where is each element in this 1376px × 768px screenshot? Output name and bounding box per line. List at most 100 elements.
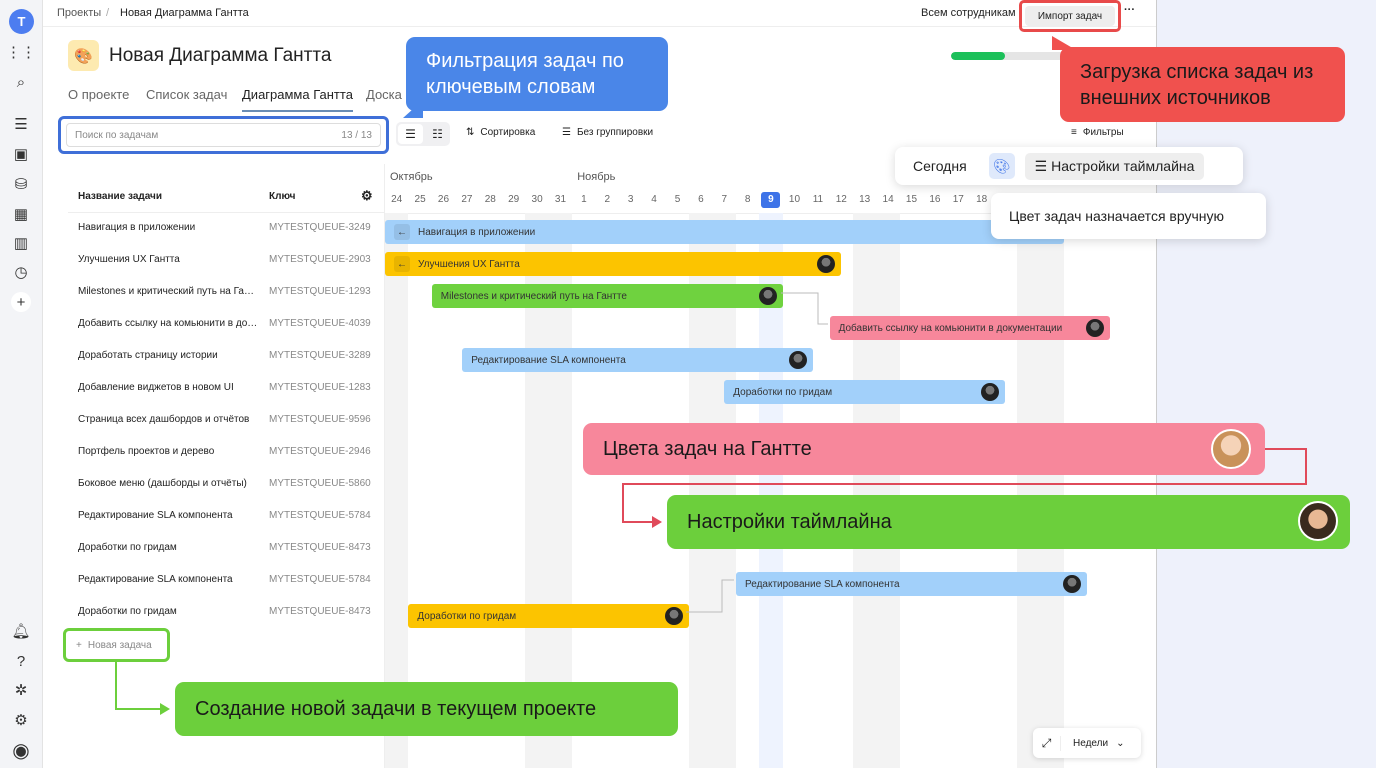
- tab-about[interactable]: О проекте: [68, 87, 129, 102]
- tasks-icon[interactable]: ▣: [11, 144, 31, 164]
- grouping-button[interactable]: ☰ Без группировки: [562, 127, 653, 138]
- reports-icon[interactable]: ▥: [11, 233, 31, 253]
- avatar: [758, 287, 777, 305]
- task-name[interactable]: Добавить ссылку на комьюнити в документа…: [78, 318, 258, 329]
- search-icon[interactable]: ⌕: [11, 72, 31, 92]
- task-key[interactable]: MYTESTQUEUE-1283: [269, 382, 371, 393]
- callout-filter: Фильтрация задач по ключевым словам: [406, 37, 668, 111]
- chevron-down-icon[interactable]: ⌄: [1116, 738, 1124, 749]
- tracker-logo[interactable]: T: [9, 9, 34, 34]
- callout-new-task: Создание новой задачи в текущем проекте: [175, 682, 678, 736]
- task-key[interactable]: MYTESTQUEUE-8473: [269, 542, 371, 553]
- column-settings-icon[interactable]: ⚙: [361, 188, 373, 204]
- profile-icon[interactable]: ◉: [11, 740, 31, 762]
- breadcrumb-projects[interactable]: Проекты: [57, 7, 101, 19]
- zoom-control: ⤢ Недели ⌄: [1033, 728, 1141, 758]
- palette-icon[interactable]: 🎨︎: [988, 153, 1015, 179]
- app-sidebar: T ⋮⋮ ⌕ ☰ ▣ ⛁ ▦ ▥ ◷ + 🔔︎ ? ✲ ⚙ ◉: [0, 0, 43, 768]
- task-name[interactable]: Milestones и критический путь на Гантте: [78, 286, 258, 297]
- queues-icon[interactable]: ⛁: [11, 174, 31, 194]
- grouping-icon: ☰: [562, 127, 571, 138]
- flat-list-icon[interactable]: ☰: [398, 124, 423, 144]
- timeline-settings-label: Настройки таймлайна: [1051, 157, 1195, 174]
- settings-icon[interactable]: ⚙: [11, 710, 31, 730]
- day-label: 2: [604, 194, 611, 205]
- task-name[interactable]: Страница всех дашбордов и отчётов: [78, 414, 258, 425]
- tree-list-icon[interactable]: ☷: [425, 122, 450, 146]
- apps-grid-icon[interactable]: ⋮⋮: [6, 42, 36, 62]
- help-icon[interactable]: ?: [11, 651, 31, 671]
- filters-button[interactable]: ≡ Фильтры: [1071, 127, 1124, 138]
- add-icon[interactable]: +: [11, 292, 31, 312]
- more-icon[interactable]: ···: [1124, 4, 1135, 16]
- gantt-bar[interactable]: Редактирование SLA компонента: [736, 572, 1087, 596]
- task-name[interactable]: Доработать страницу истории: [78, 350, 258, 361]
- sliders-icon: ☰: [1034, 157, 1052, 174]
- timeline-settings-button[interactable]: ☰ Настройки таймлайна: [1024, 152, 1205, 180]
- task-key[interactable]: MYTESTQUEUE-5784: [269, 510, 371, 521]
- gantt-bar[interactable]: ← Навигация в приложении: [385, 220, 1064, 244]
- task-name[interactable]: Навигация в приложении: [78, 222, 258, 233]
- bar-label: Добавить ссылку на комьюнити в документа…: [838, 322, 1063, 334]
- callout-import: Загрузка списка задач из внешних источни…: [1060, 47, 1345, 122]
- tab-task-list[interactable]: Список задач: [146, 87, 227, 102]
- bar-label: Доработки по гридам: [733, 386, 833, 398]
- task-key[interactable]: MYTESTQUEUE-3249: [269, 222, 371, 233]
- today-button[interactable]: Сегодня: [913, 158, 967, 174]
- gantt-bar[interactable]: Доработки по гридам: [408, 604, 690, 628]
- task-name[interactable]: Боковое меню (дашборды и отчёты): [78, 478, 258, 489]
- gantt-bar[interactable]: Доработки по гридам: [724, 380, 1006, 404]
- callout-timeline: Настройки таймлайна: [667, 495, 1350, 549]
- history-icon[interactable]: ◷: [11, 262, 31, 282]
- task-key[interactable]: MYTESTQUEUE-4039: [269, 318, 371, 329]
- gantt-bar[interactable]: Milestones и критический путь на Гантте: [431, 284, 783, 308]
- month-label: Ноябрь: [577, 171, 616, 183]
- tab-gantt[interactable]: Диаграмма Гантта: [242, 87, 353, 112]
- task-name[interactable]: Редактирование SLA компонента: [78, 510, 258, 521]
- filters-label: Фильтры: [1082, 127, 1124, 138]
- bell-icon[interactable]: 🔔︎: [11, 621, 31, 641]
- task-name[interactable]: Доработки по гридам: [78, 606, 258, 617]
- admin-icon[interactable]: ✲: [11, 680, 31, 700]
- new-task-button[interactable]: + Новая задача: [63, 628, 170, 662]
- task-key[interactable]: MYTESTQUEUE-3289: [269, 350, 371, 361]
- list-icon[interactable]: ☰: [11, 114, 31, 134]
- task-name[interactable]: Портфель проектов и дерево: [78, 446, 258, 457]
- page-title: Новая Диаграмма Гантта: [109, 44, 332, 66]
- bar-label: Доработки по гридам: [417, 610, 517, 622]
- arrow-left-icon[interactable]: ←: [394, 224, 410, 240]
- task-name[interactable]: Доработки по гридам: [78, 542, 258, 553]
- task-key[interactable]: MYTESTQUEUE-1293: [269, 286, 371, 297]
- import-tasks-button[interactable]: Импорт задач: [1019, 0, 1121, 32]
- day-label: 26: [437, 194, 450, 205]
- sort-button[interactable]: ⇅ Сортировка: [466, 127, 535, 138]
- sort-icon: ⇅: [466, 127, 475, 138]
- task-key[interactable]: MYTESTQUEUE-2946: [269, 446, 371, 457]
- expand-icon[interactable]: ⤢: [1033, 735, 1061, 751]
- task-name[interactable]: Редактирование SLA компонента: [78, 574, 258, 585]
- task-name[interactable]: Улучшения UX Гантта: [78, 254, 258, 265]
- task-key[interactable]: MYTESTQUEUE-9596: [269, 414, 371, 425]
- task-name[interactable]: Добавление виджетов в новом UI: [78, 382, 258, 393]
- arrow-left-icon[interactable]: ←: [394, 256, 410, 272]
- share-all-staff[interactable]: Всем сотрудникам: [921, 7, 1016, 19]
- scale-select[interactable]: Недели: [1073, 738, 1108, 749]
- day-label: 13: [859, 194, 871, 205]
- avatar: [1211, 429, 1251, 469]
- bar-label: Milestones и критический путь на Гантте: [440, 290, 627, 302]
- search-input[interactable]: Поиск по задачам 13 / 13: [66, 123, 381, 147]
- day-label: 14: [882, 194, 894, 205]
- task-key[interactable]: MYTESTQUEUE-8473: [269, 606, 371, 617]
- plus-icon: +: [76, 639, 82, 651]
- project-icon: 🎨: [68, 40, 99, 71]
- task-key[interactable]: MYTESTQUEUE-2903: [269, 254, 371, 265]
- task-key[interactable]: MYTESTQUEUE-5784: [269, 574, 371, 585]
- gantt-bar[interactable]: ← Улучшения UX Гантта: [385, 252, 842, 276]
- gantt-bar[interactable]: Добавить ссылку на комьюнити в документа…: [829, 316, 1111, 340]
- callout-colors-text: Цвета задач на Гантте: [603, 438, 812, 460]
- timeline-popover: Сегодня 🎨︎ ☰ Настройки таймлайна: [895, 147, 1243, 185]
- dashboard-icon[interactable]: ▦: [11, 204, 31, 224]
- day-label: 16: [929, 194, 941, 205]
- task-key[interactable]: MYTESTQUEUE-5860: [269, 478, 371, 489]
- gantt-bar[interactable]: Редактирование SLA компонента: [462, 348, 814, 372]
